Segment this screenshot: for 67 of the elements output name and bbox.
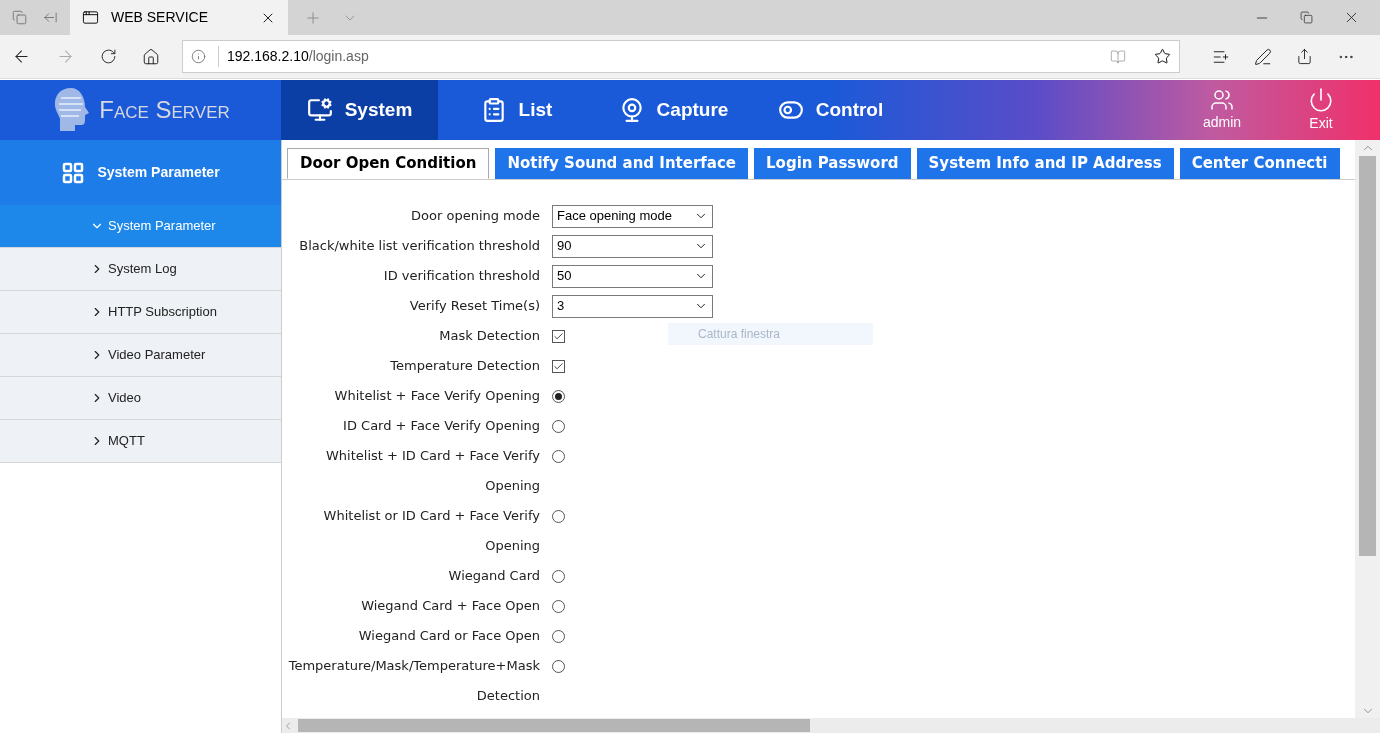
home-icon[interactable] [142,47,160,66]
radio-button[interactable] [552,659,565,673]
field-label: Door opening mode [411,207,540,225]
page-tab[interactable]: Door Open Condition [287,148,490,179]
tab-title: WEB SERVICE [111,8,209,27]
radio-button[interactable] [552,599,565,613]
star-icon[interactable] [1154,48,1171,65]
monitor-gear-icon [306,97,333,123]
tooltip: Cattura finestra [668,323,873,345]
nav-tab[interactable]: System [281,80,438,140]
url-text: 192.168.2.10/login.asp [218,46,1098,67]
radio-button[interactable] [552,449,565,463]
field-label: Black/white list verification threshold [299,237,540,255]
radio-button[interactable] [552,569,565,583]
restore-icon[interactable] [1300,11,1313,24]
field-label: Mask Detection [439,327,540,345]
grid-icon [61,160,86,185]
set-aside-icon[interactable] [43,10,58,25]
field-label: Whitelist + ID Card + Face Verify Opening [325,447,540,495]
share-icon[interactable] [1296,48,1313,65]
select-field[interactable]: 3 [552,294,713,318]
select-field[interactable]: Face opening mode [552,204,713,228]
page-tab[interactable]: Center Connecti [1179,148,1340,179]
power-icon [1308,86,1334,113]
page-tab[interactable]: Login Password [754,148,911,179]
checkbox[interactable] [552,329,565,343]
nav-tab[interactable]: Capture [595,80,752,140]
logo-text: Face Server [99,95,230,125]
user-button[interactable]: admin [1182,80,1262,140]
radio-button[interactable] [552,509,565,523]
field-label: Temperature/Mask/Temperature+Mask Detection [287,657,540,705]
field-label: Whitelist + Face Verify Opening [334,387,540,405]
page-icon [82,9,99,26]
back-icon[interactable] [12,47,31,66]
radio-button[interactable] [552,419,565,433]
field-label: ID Card + Face Verify Opening [343,417,540,435]
field-label: Wiegand Card or Face Open [358,627,540,645]
nav-tab[interactable]: List [438,80,595,140]
radio-button[interactable] [552,629,565,643]
horizontal-scrollbar[interactable] [282,718,1380,733]
sidebar-item[interactable]: Video [0,377,281,420]
sidebar-item[interactable]: System Log [0,248,281,291]
pen-icon[interactable] [1254,47,1272,66]
radio-button[interactable] [552,389,565,403]
exit-button[interactable]: Exit [1262,80,1380,140]
select-field[interactable]: 50 [552,264,713,288]
refresh-icon[interactable] [100,48,117,65]
select-field[interactable]: 90 [552,234,713,258]
field-label: ID verification threshold [383,267,540,285]
field-label: Temperature Detection [390,357,540,375]
sidebar-item[interactable]: HTTP Subscription [0,291,281,334]
nav-tab[interactable]: Control [752,80,909,140]
page-tab[interactable]: System Info and IP Address [916,148,1174,179]
sidebar-item[interactable]: Video Parameter [0,334,281,377]
sidebar-item[interactable]: MQTT [0,420,281,463]
page-tab[interactable]: Notify Sound and Interface [495,148,749,179]
browser-tab[interactable]: WEB SERVICE [70,0,288,35]
info-icon [191,49,206,64]
field-label: Whitelist or ID Card + Face Verify Opening [322,507,540,555]
field-label: Wiegand Card + Face Open [361,597,540,615]
users-icon [1210,87,1234,112]
checkbox[interactable] [552,359,565,373]
field-label: Wiegand Card [448,567,540,585]
address-bar[interactable]: 192.168.2.10/login.asp [182,40,1180,73]
field-label: Verify Reset Time(s) [409,297,540,315]
sidebar-item[interactable]: System Parameter [0,205,281,248]
sidebar-header[interactable]: System Parameter [0,140,281,205]
